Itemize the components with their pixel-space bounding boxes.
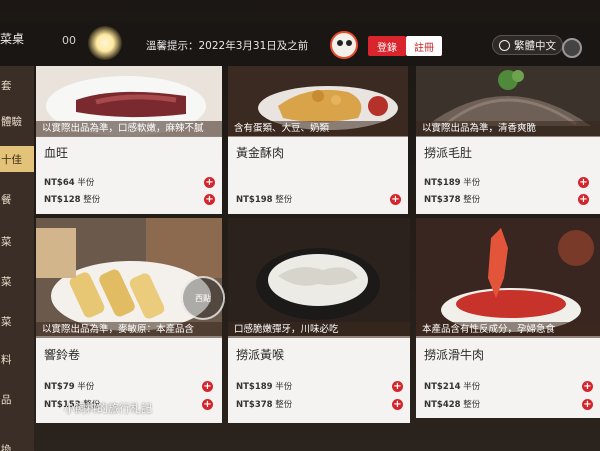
- price-amount: 214: [442, 382, 461, 392]
- price-currency: NT$: [424, 178, 443, 188]
- price-portion: 整份: [83, 195, 101, 205]
- price-portion: 整份: [275, 400, 293, 410]
- app-screen: 菜桌 00 溫馨提示：2022年3月31日及之前 登錄 註冊 繁體中文 套 體驗…: [0, 0, 600, 451]
- price-currency: NT$: [424, 400, 443, 410]
- price-row: NT$189 半份: [236, 380, 292, 392]
- sidebar-item[interactable]: 品: [0, 386, 34, 412]
- add-button[interactable]: +: [204, 177, 215, 188]
- price-portion: 半份: [463, 382, 481, 392]
- price-amount: 128: [62, 195, 81, 205]
- stamp-logo: 西點: [181, 276, 225, 320]
- price-portion: 整份: [463, 400, 481, 410]
- category-sidebar: 套 體驗 十佳 餐 菜 菜 菜 料 品 換: [0, 66, 34, 451]
- add-button[interactable]: +: [202, 381, 213, 392]
- price-row: NT$428 整份: [424, 398, 480, 410]
- item-name: 撈派毛肚: [424, 146, 473, 160]
- price-currency: NT$: [44, 178, 63, 188]
- price-amount: 189: [442, 178, 461, 188]
- sidebar-item[interactable]: 菜: [0, 268, 34, 294]
- item-caption: 含有蛋類、大豆、奶類: [228, 121, 408, 137]
- item-name: 黃金酥肉: [236, 146, 285, 160]
- price-currency: NT$: [44, 400, 63, 410]
- language-selector[interactable]: 繁體中文: [492, 35, 563, 55]
- brand-label: 菜桌: [0, 32, 25, 46]
- item-name: 響鈴卷: [44, 348, 81, 362]
- menu-card[interactable]: 以實際出品為準，口感軟嫩，麻辣不膩 血旺 NT$64 半份 + NT$128 整…: [36, 66, 222, 214]
- sidebar-item[interactable]: 換: [0, 436, 34, 451]
- price-amount: 79: [62, 382, 75, 392]
- mascot-avatar-icon[interactable]: [330, 31, 358, 59]
- login-button[interactable]: 登錄: [368, 36, 406, 56]
- item-name: 撈派滑牛肉: [424, 348, 485, 362]
- sidebar-item[interactable]: 料: [0, 346, 34, 372]
- price-amount: 189: [254, 382, 273, 392]
- price-portion: 整份: [463, 195, 481, 205]
- menu-card[interactable]: 口感脆嫩彈牙，川味必吃 撈派黃喉 NT$189 半份 + NT$378 整份 +: [228, 218, 410, 423]
- item-caption: 以實際出品為準，麥敏原：本產品含: [36, 322, 222, 338]
- sidebar-item[interactable]: 體驗: [0, 108, 34, 134]
- menu-card[interactable]: 含有蛋類、大豆、奶類 黃金酥肉 NT$198 整份 +: [228, 66, 408, 214]
- price-currency: NT$: [424, 195, 443, 205]
- price-portion: 半份: [463, 178, 481, 188]
- sidebar-item[interactable]: 套: [0, 72, 34, 98]
- price-amount: 378: [442, 195, 461, 205]
- add-button[interactable]: +: [578, 177, 589, 188]
- item-name: 血旺: [44, 146, 69, 160]
- price-row: NT$79 半份: [44, 380, 94, 392]
- sidebar-item[interactable]: 菜: [0, 228, 34, 254]
- light-glare: [88, 26, 122, 60]
- menu-card[interactable]: 本產品含有性反成分，孕婦急食 撈派滑牛肉 NT$214 半份 + NT$428 …: [416, 218, 600, 418]
- price-currency: NT$: [236, 400, 255, 410]
- language-label: 繁體中文: [514, 39, 556, 52]
- price-row: NT$378 整份: [424, 193, 480, 205]
- notice-text: 溫馨提示：2022年3月31日及之前: [146, 40, 309, 52]
- item-caption: 口感脆嫩彈牙，川味必吃: [228, 322, 410, 338]
- price-currency: NT$: [44, 382, 63, 392]
- price-amount: 428: [442, 400, 461, 410]
- top-bar: 菜桌 00 溫馨提示：2022年3月31日及之前 登錄 註冊 繁體中文: [0, 22, 600, 66]
- price-portion: 半份: [77, 382, 95, 392]
- item-caption: 以實際出品為準，清香爽脆: [416, 121, 600, 137]
- price-row: NT$198 整份: [236, 193, 292, 205]
- price-amount: 198: [254, 195, 273, 205]
- sidebar-item[interactable]: 菜: [0, 308, 34, 334]
- price-amount: 64: [62, 178, 75, 188]
- add-button[interactable]: +: [392, 381, 403, 392]
- food-photo: [228, 218, 410, 336]
- price-portion: 半份: [275, 382, 293, 392]
- item-caption: 以實際出品為準，口感軟嫩，麻辣不膩: [36, 121, 222, 137]
- price-currency: NT$: [236, 195, 255, 205]
- add-button[interactable]: +: [204, 194, 215, 205]
- price-row: NT$378 整份: [236, 398, 292, 410]
- register-button[interactable]: 註冊: [406, 36, 442, 56]
- menu-card[interactable]: 以實際出品為準，麥敏原：本產品含 響鈴卷 NT$79 半份 + NT$153 整…: [36, 218, 222, 423]
- food-photo: [416, 218, 600, 336]
- price-portion: 半份: [77, 178, 95, 188]
- item-caption: 本產品含有性反成分，孕婦急食: [416, 322, 600, 338]
- add-button[interactable]: +: [582, 381, 593, 392]
- price-currency: NT$: [44, 195, 63, 205]
- blog-watermark: 小飼料的旅行札記: [64, 402, 152, 415]
- sidebar-item[interactable]: 餐: [0, 186, 34, 212]
- globe-icon: [499, 39, 510, 51]
- add-button[interactable]: +: [392, 399, 403, 410]
- add-button[interactable]: +: [582, 399, 593, 410]
- price-row: NT$189 半份: [424, 176, 480, 188]
- item-name: 撈派黃喉: [236, 348, 285, 362]
- top-indicator: 00: [62, 34, 76, 47]
- price-portion: 整份: [275, 195, 293, 205]
- price-currency: NT$: [236, 382, 255, 392]
- sidebar-item-active[interactable]: 十佳: [0, 146, 34, 172]
- price-row: NT$64 半份: [44, 176, 94, 188]
- price-row: NT$214 半份: [424, 380, 480, 392]
- price-currency: NT$: [424, 382, 443, 392]
- add-button[interactable]: +: [390, 194, 401, 205]
- price-amount: 378: [254, 400, 273, 410]
- menu-card[interactable]: 以實際出品為準，清香爽脆 撈派毛肚 NT$189 半份 + NT$378 整份 …: [416, 66, 600, 214]
- price-row: NT$128 整份: [44, 193, 100, 205]
- add-button[interactable]: +: [202, 399, 213, 410]
- add-button[interactable]: +: [578, 194, 589, 205]
- circle-menu-button[interactable]: [562, 38, 582, 58]
